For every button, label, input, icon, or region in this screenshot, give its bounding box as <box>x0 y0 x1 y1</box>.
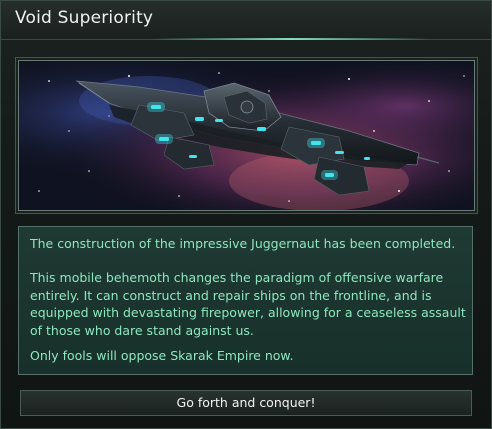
description-paragraph-taunt: Only fools will oppose Skarak Empire now… <box>30 348 294 363</box>
confirm-button[interactable]: Go forth and conquer! <box>20 390 472 416</box>
event-dialog: Void Superiority The construction of the… <box>0 0 492 429</box>
description-paragraph-completion: The construction of the impressive Jugge… <box>30 236 456 251</box>
title-underline-glow <box>151 38 431 40</box>
event-description-panel: The construction of the impressive Jugge… <box>18 226 473 375</box>
title-bar: Void Superiority <box>1 1 491 40</box>
dialog-title: Void Superiority <box>15 8 154 28</box>
juggernaut-ship-illustration <box>19 61 474 210</box>
description-paragraph-details: This mobile behemoth changes the paradig… <box>30 270 466 338</box>
event-image-frame <box>18 60 475 211</box>
